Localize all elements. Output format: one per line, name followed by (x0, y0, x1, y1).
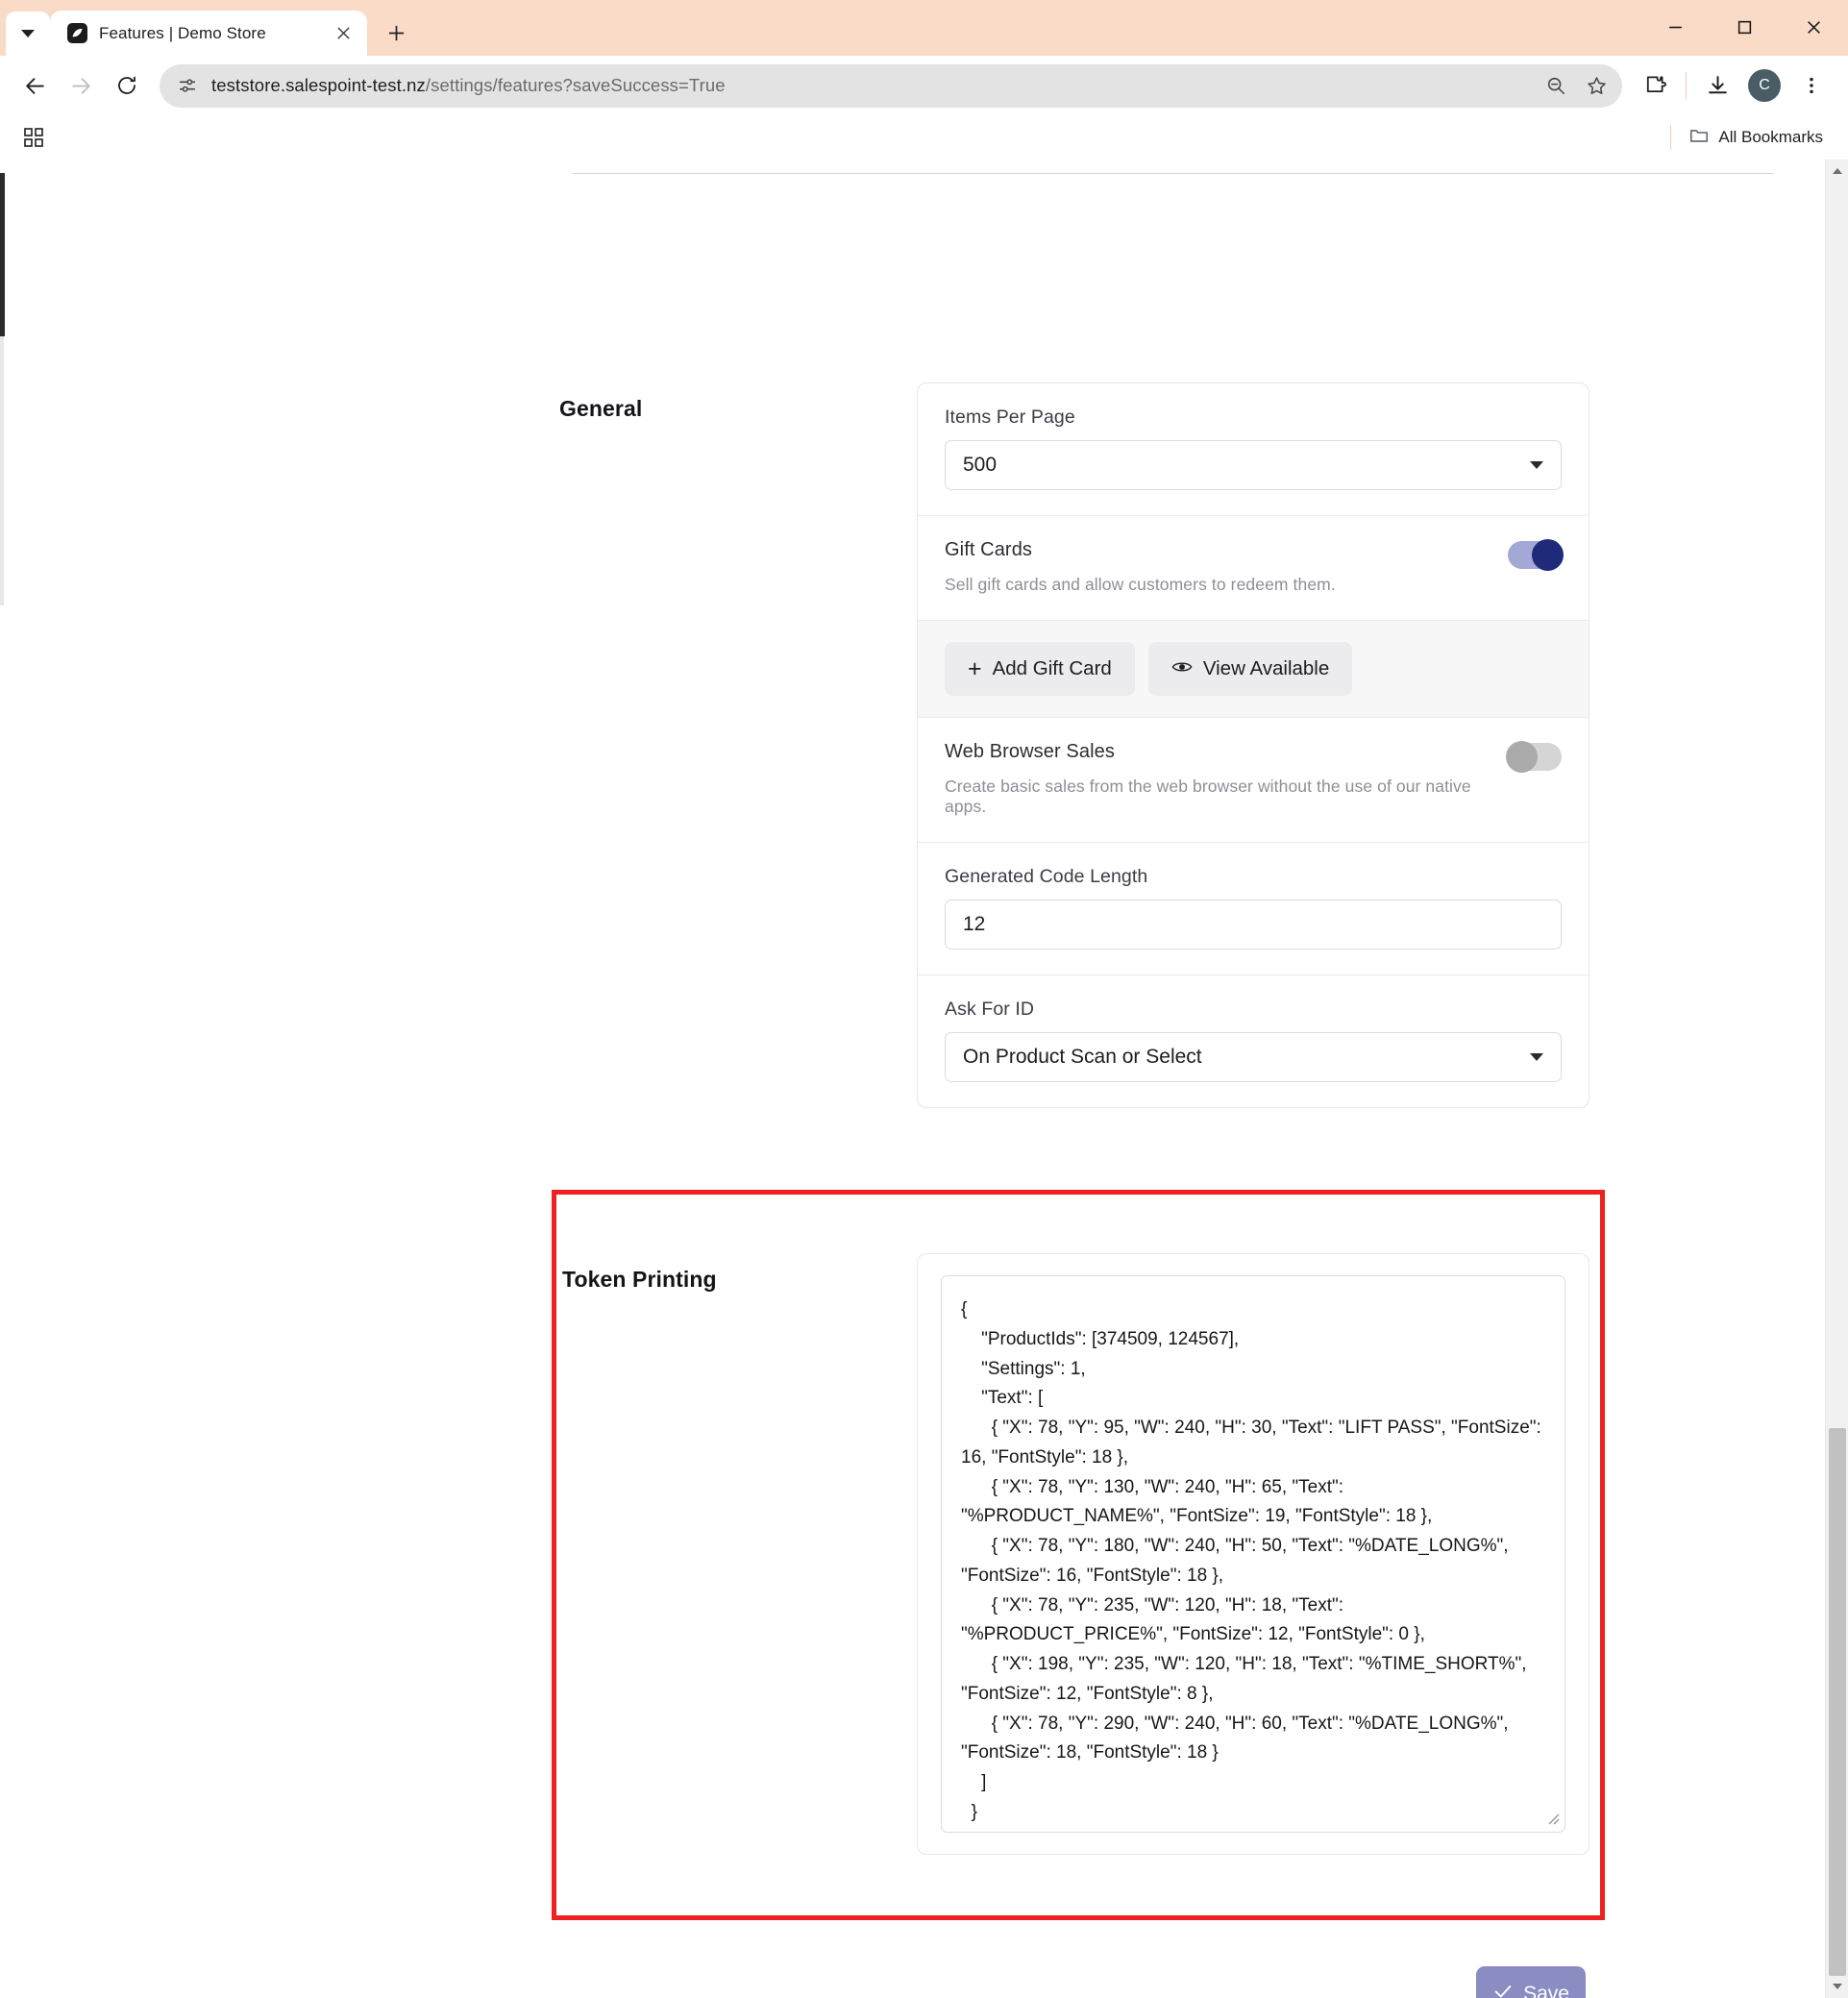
items-per-page-value: 500 (963, 454, 998, 476)
web-browser-sales-description: Create basic sales from the web browser … (945, 777, 1471, 816)
items-per-page-label: Items Per Page (945, 407, 1075, 428)
bookmarks-bar: All Bookmarks (0, 115, 1848, 160)
address-bar-actions (1538, 67, 1614, 104)
items-per-page-row: Items Per Page 500 (918, 383, 1589, 516)
new-tab-button[interactable] (375, 12, 417, 54)
extensions-puzzle-icon[interactable] (1634, 64, 1676, 107)
generated-code-length-value: 12 (963, 913, 986, 935)
web-browser-sales-toggle-row: Web Browser Sales Create basic sales fro… (945, 741, 1562, 817)
settings-content: General Items Per Page 500 Gift Cards Se… (0, 160, 1801, 1998)
toggle-knob (1506, 741, 1538, 773)
ask-for-id-row: Ask For ID On Product Scan or Select (918, 975, 1589, 1107)
chevron-up-icon (1833, 168, 1842, 174)
view-available-label: View Available (1202, 657, 1330, 679)
gift-cards-actions: + Add Gift Card View Available (918, 621, 1589, 718)
close-icon[interactable] (331, 21, 356, 46)
chevron-down-icon (1530, 461, 1543, 469)
web-browser-sales-texts: Web Browser Sales Create basic sales fro… (945, 741, 1508, 817)
tab-strip: Features | Demo Store (0, 0, 417, 56)
scroll-up-button[interactable] (1826, 160, 1848, 183)
gift-cards-texts: Gift Cards Sell gift cards and allow cus… (945, 539, 1508, 595)
star-icon[interactable] (1578, 67, 1614, 104)
browser-titlebar: Features | Demo Store (0, 0, 1848, 56)
ask-for-id-label: Ask For ID (945, 999, 1035, 1020)
store-logo-icon (67, 23, 87, 43)
chevron-down-icon (21, 30, 35, 37)
address-bar-text: teststore.salespoint-test.nz/settings/fe… (211, 75, 1528, 96)
page-scrollbar[interactable] (1825, 160, 1848, 1998)
address-bar[interactable]: teststore.salespoint-test.nz/settings/fe… (160, 63, 1622, 108)
all-bookmarks-button[interactable]: All Bookmarks (1681, 120, 1831, 156)
browser-toolbar: teststore.salespoint-test.nz/settings/fe… (0, 56, 1848, 115)
generated-code-length-row: Generated Code Length 12 (918, 843, 1589, 975)
three-dot-menu-icon[interactable] (1790, 64, 1833, 107)
site-settings-icon[interactable] (173, 71, 202, 100)
ask-for-id-value: On Product Scan or Select (963, 1046, 1202, 1068)
apps-grid-icon[interactable] (19, 123, 48, 152)
web-browser-sales-row: Web Browser Sales Create basic sales fro… (918, 718, 1589, 843)
add-gift-card-button[interactable]: + Add Gift Card (945, 642, 1135, 696)
avatar-initial: C (1759, 77, 1770, 93)
save-label: Save (1523, 1983, 1569, 1998)
items-per-page-select[interactable]: 500 (945, 440, 1562, 490)
gift-cards-row: Gift Cards Sell gift cards and allow cus… (918, 516, 1589, 621)
save-button[interactable]: Save (1476, 1966, 1586, 1998)
back-arrow-icon[interactable] (13, 64, 56, 107)
general-section-label: General (559, 396, 643, 421)
window-controls (1640, 0, 1848, 54)
eye-icon (1171, 657, 1193, 680)
window-close-icon[interactable] (1779, 0, 1848, 54)
generated-code-length-input[interactable]: 12 (945, 900, 1562, 950)
tab-title: Features | Demo Store (99, 23, 266, 42)
scrollbar-thumb[interactable] (1829, 1428, 1846, 1976)
page-viewport: General Items Per Page 500 Gift Cards Se… (0, 160, 1848, 1998)
web-browser-sales-toggle[interactable] (1506, 741, 1562, 773)
gift-cards-title: Gift Cards (945, 539, 1033, 560)
gift-cards-toggle[interactable] (1508, 539, 1564, 571)
scroll-down-button[interactable] (1826, 1975, 1848, 1998)
web-browser-sales-title: Web Browser Sales (945, 741, 1115, 762)
reload-icon[interactable] (106, 64, 148, 107)
resize-grip-icon[interactable] (1544, 1810, 1560, 1825)
maximize-icon[interactable] (1710, 0, 1779, 54)
plus-icon: + (968, 654, 982, 682)
bookmarks-bar-right: All Bookmarks (1670, 120, 1831, 156)
zoom-out-icon[interactable] (1538, 67, 1574, 104)
tab-search-button[interactable] (6, 12, 50, 56)
chevron-down-icon (1833, 1984, 1842, 1989)
download-icon[interactable] (1696, 64, 1738, 107)
url-host: teststore.salespoint-test.nz (211, 75, 426, 95)
view-available-button[interactable]: View Available (1147, 642, 1353, 696)
toggle-knob (1532, 539, 1564, 571)
general-card: Items Per Page 500 Gift Cards Sell gift … (917, 382, 1589, 1108)
forward-arrow-icon[interactable] (60, 64, 102, 107)
token-printing-textarea[interactable]: { "ProductIds": [374509, 124567], "Setti… (941, 1275, 1565, 1833)
minimize-icon[interactable] (1640, 0, 1710, 54)
browser-window: Features | Demo Store teststore.salespoi… (0, 0, 1848, 1998)
add-gift-card-label: Add Gift Card (992, 657, 1112, 679)
avatar[interactable]: C (1748, 69, 1781, 102)
folder-icon (1688, 125, 1710, 151)
url-path: /settings/features?saveSuccess=True (425, 75, 726, 95)
browser-tab[interactable]: Features | Demo Store (50, 11, 367, 56)
bookmarks-divider (1670, 125, 1672, 150)
generated-code-length-label: Generated Code Length (945, 866, 1148, 887)
token-printing-card: { "ProductIds": [374509, 124567], "Setti… (917, 1253, 1589, 1855)
toolbar-divider (1686, 72, 1687, 99)
chevron-down-icon (1530, 1053, 1543, 1061)
gift-cards-description: Sell gift cards and allow customers to r… (945, 575, 1336, 594)
gift-cards-toggle-row: Gift Cards Sell gift cards and allow cus… (945, 539, 1564, 595)
all-bookmarks-label: All Bookmarks (1718, 128, 1823, 146)
check-icon (1492, 1981, 1514, 1998)
token-printing-section-label: Token Printing (562, 1267, 717, 1292)
ask-for-id-select[interactable]: On Product Scan or Select (945, 1032, 1562, 1082)
